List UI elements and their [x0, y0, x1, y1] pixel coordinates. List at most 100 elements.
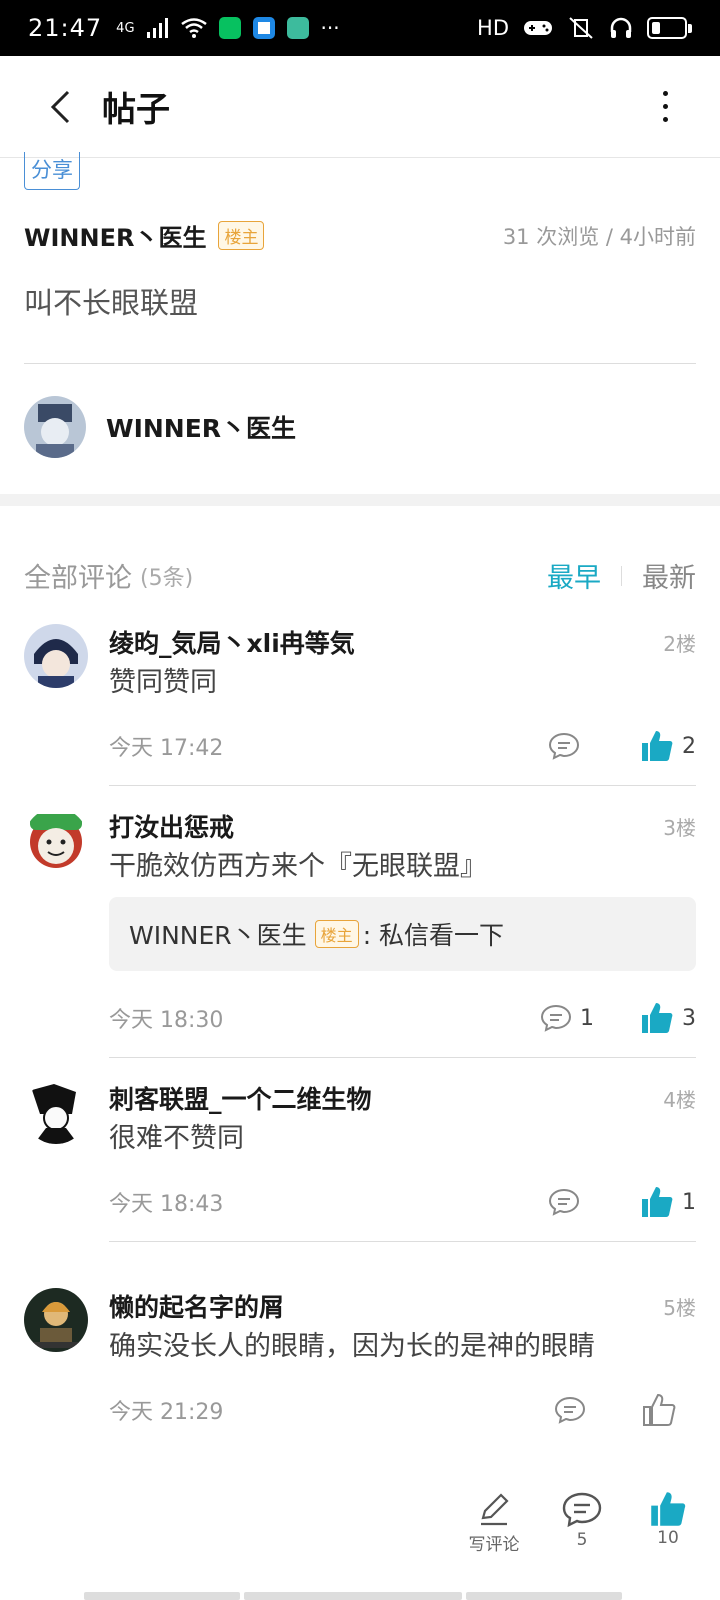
post-author-name[interactable]: WINNER丶医生 — [24, 218, 206, 253]
reply-text: : 私信看一下 — [362, 921, 505, 950]
comment-item: 懒的起名字的屑 5楼 确实没长人的眼睛，因为长的是神的眼睛 今天 21:29 — [24, 1288, 696, 1428]
comments-count-label: 5 — [576, 1530, 588, 1550]
comment-text: 干脆效仿西方来个『无眼联盟』 — [109, 851, 487, 882]
section-separator — [0, 494, 720, 506]
divider — [109, 1057, 696, 1058]
comment-author[interactable]: 绫昀_気局丶xli冉等気 — [109, 624, 696, 658]
thumbs-up-filled-icon — [642, 1003, 673, 1033]
avatar[interactable] — [24, 624, 88, 688]
comment-bubble-icon — [548, 1188, 580, 1216]
like-button[interactable]: 2 — [640, 729, 696, 763]
comment-text: 确实没长人的眼睛，因为长的是神的眼睛 — [109, 1331, 595, 1362]
comment-bubble-icon — [540, 1004, 572, 1032]
status-bar: 21:47 4G ··· HD — [0, 0, 720, 56]
post-category-tag[interactable]: 分享 — [24, 152, 80, 190]
comment-time: 今天 17:42 — [109, 736, 224, 761]
comment-item: 刺客联盟_一个二维生物 4楼 很难不赞同 今天 18:43 1 — [24, 1080, 696, 1250]
post-user-name: WINNER丶医生 — [106, 414, 297, 443]
post-meta: 31 次浏览 / 4小时前 — [502, 224, 696, 249]
wechat-icon — [218, 17, 241, 39]
like-button[interactable]: 1 — [640, 1185, 696, 1219]
scroll-indicator — [244, 1592, 462, 1600]
post-like-button[interactable]: 10 — [646, 1490, 690, 1548]
app-notification-icon-2 — [286, 17, 309, 39]
signal-4g-icon: 4G — [116, 20, 135, 36]
reply-author: WINNER丶医生 — [129, 921, 307, 950]
reply-button[interactable]: 1 — [540, 1004, 594, 1032]
comment-author[interactable]: 打汝出惩戒 — [109, 808, 696, 842]
reply-count: 1 — [580, 1005, 594, 1031]
sort-latest-button[interactable]: 最新 — [642, 556, 696, 595]
more-options-button[interactable] — [650, 77, 680, 137]
avatar[interactable] — [24, 808, 88, 872]
comment-text: 很难不赞同 — [109, 1123, 244, 1154]
avatar[interactable] — [24, 1288, 88, 1352]
post-user-card[interactable]: WINNER丶医生 — [24, 396, 296, 458]
avatar[interactable] — [24, 1080, 88, 1144]
reply-preview[interactable]: WINNER丶医生 楼主 : 私信看一下 — [109, 897, 696, 971]
mute-vibrate-icon — [569, 17, 593, 39]
comment-time: 今天 18:30 — [109, 1008, 224, 1033]
comment-floor: 4楼 — [663, 1088, 696, 1112]
write-comment-button[interactable]: 写评论 — [462, 1492, 526, 1555]
comments-button[interactable]: 5 — [560, 1492, 604, 1550]
more-dot-icon — [662, 91, 668, 96]
back-button[interactable] — [30, 77, 90, 137]
top-app-bar: 帖子 — [0, 56, 720, 158]
like-count: 2 — [682, 733, 696, 759]
chevron-left-icon — [50, 90, 70, 123]
bottom-action-bar: 写评论 5 10 — [0, 1480, 720, 1560]
divider — [24, 363, 696, 364]
write-comment-label: 写评论 — [468, 1535, 520, 1555]
like-button[interactable] — [642, 1393, 676, 1427]
comment-bubble-icon — [562, 1492, 602, 1528]
signal-bars-icon — [146, 18, 168, 38]
comment-author[interactable]: 刺客联盟_一个二维生物 — [109, 1080, 696, 1114]
more-dot-icon — [662, 117, 668, 122]
comment-time: 今天 21:29 — [109, 1400, 224, 1425]
reply-button[interactable] — [548, 732, 580, 760]
comment-bubble-icon — [548, 732, 580, 760]
comments-count: (5条) — [140, 565, 194, 591]
comment-author[interactable]: 懒的起名字的屑 — [109, 1288, 696, 1322]
comment-time: 今天 18:43 — [109, 1192, 224, 1217]
headphones-icon — [610, 17, 632, 38]
gamepad-icon — [524, 21, 552, 35]
comment-bubble-icon — [554, 1396, 586, 1424]
sort-toggle: 最早 最新 — [547, 556, 696, 595]
comment-item: 打汝出惩戒 3楼 干脆效仿西方来个『无眼联盟』 WINNER丶医生 楼主 : 私… — [24, 808, 696, 1058]
status-time: 21:47 — [28, 14, 103, 42]
comment-floor: 2楼 — [663, 632, 696, 656]
op-badge: 楼主 — [218, 221, 265, 250]
app-notification-icon — [252, 17, 275, 39]
divider — [109, 1241, 696, 1242]
post-author-row: WINNER丶医生 楼主 31 次浏览 / 4小时前 — [24, 218, 696, 253]
reply-button[interactable] — [554, 1396, 586, 1424]
status-right-icons: HD — [477, 16, 692, 40]
like-count: 3 — [682, 1005, 696, 1031]
sort-earliest-button[interactable]: 最早 — [547, 556, 601, 595]
more-dot-icon — [662, 104, 668, 109]
sort-divider — [621, 565, 622, 586]
divider — [109, 785, 696, 786]
scroll-indicator — [466, 1592, 622, 1600]
comments-header: 全部评论 (5条) 最早 最新 — [24, 556, 696, 595]
comment-item: 绫昀_気局丶xli冉等気 2楼 赞同赞同 今天 17:42 2 — [24, 624, 696, 786]
like-button[interactable]: 3 — [640, 1001, 696, 1035]
reply-button[interactable] — [548, 1188, 580, 1216]
battery-icon — [647, 17, 692, 39]
post-like-count: 10 — [657, 1528, 679, 1548]
comment-floor: 5楼 — [663, 1296, 696, 1320]
like-count: 1 — [682, 1189, 696, 1215]
scroll-indicator — [84, 1592, 240, 1600]
pencil-icon — [481, 1493, 509, 1526]
thumbs-up-filled-icon — [651, 1492, 686, 1526]
post-content: 叫不长眼联盟 — [24, 286, 199, 320]
op-badge: 楼主 — [314, 920, 359, 948]
hd-indicator: HD — [477, 16, 509, 40]
avatar[interactable] — [24, 396, 86, 458]
comment-text: 赞同赞同 — [109, 667, 217, 698]
thumbs-up-outline-icon — [643, 1393, 676, 1426]
comment-floor: 3楼 — [663, 816, 696, 840]
wifi-icon — [180, 18, 207, 38]
